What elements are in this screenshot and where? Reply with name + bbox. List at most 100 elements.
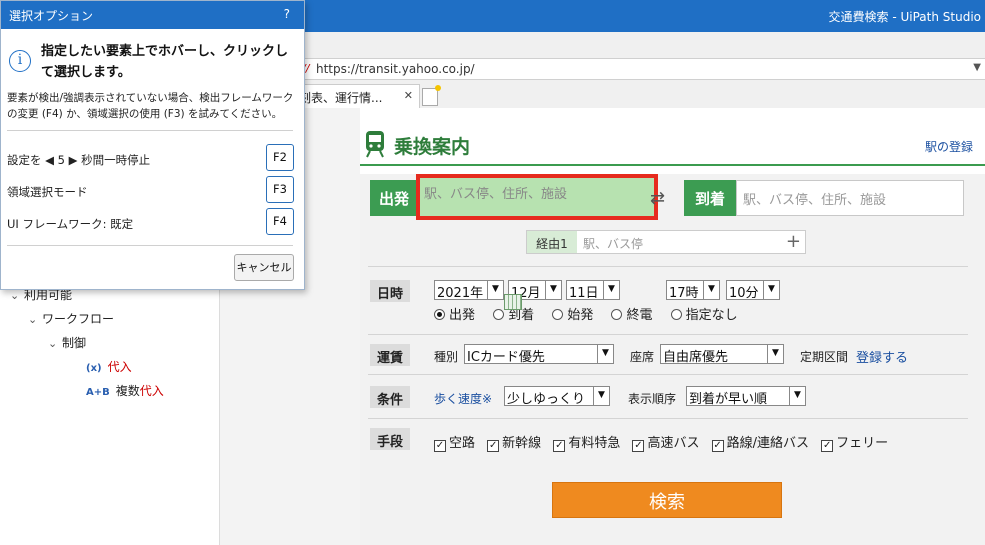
commuter-register-link[interactable]: 登録する [856,347,908,366]
f4-button[interactable]: F4 [266,208,294,235]
checkmark-icon: ✓ [553,440,566,452]
chevron-down-icon: ▼ [545,281,561,299]
transit-search-panel: 乗換案内 駅の登録 出発 駅、バス停、住所、施設 ⇄ 到着 駅、バス停、住所、施… [360,108,985,545]
chevron-down-icon: ▼ [763,281,779,299]
tab-bar: 時刻表、運行情... ✕ [220,80,985,108]
checkmark-icon: ✓ [821,440,834,452]
tree-item-assign[interactable]: (x) 代入 [86,358,132,375]
train-icon [366,131,384,158]
search-form: 出発 駅、バス停、住所、施設 ⇄ 到着 駅、バス停、住所、施設 経由1 駅、バス… [360,174,985,545]
region-select-label: 領域選択モード [7,185,88,199]
browser-window: // https://transit.yahoo.co.jp/ ▼ 時刻表、運行… [220,32,985,545]
divider [368,266,968,267]
walk-speed-select[interactable]: 少しゆっくり ▼ [504,386,610,407]
commuter-label: 定期区間 [800,350,849,364]
station-register-link[interactable]: 駅の登録 [925,138,973,155]
arrive-input[interactable]: 駅、バス停、住所、施設 [736,180,964,216]
year-select[interactable]: 2021年 ▼ [434,280,504,301]
depart-input[interactable]: 駅、バス停、住所、施設 [416,174,658,220]
divider [368,418,968,419]
divider [368,334,968,335]
order-label: 表示順序 [628,392,677,406]
web-page: 乗換案内 駅の登録 出発 駅、バス停、住所、施設 ⇄ 到着 駅、バス停、住所、施… [220,108,985,545]
dialog-description: 要素が検出/強調表示されていない場合、検出フレームワークの変更 (F4) か、領… [7,92,294,120]
check-route-bus[interactable]: ✓ 路線/連絡バス [711,432,809,452]
radio-depart[interactable]: 出発 [434,304,475,323]
checkmark-icon: ✓ [711,440,724,452]
check-shinkansen[interactable]: ✓ 新幹線 [487,432,541,452]
add-via-icon[interactable]: + [786,231,801,252]
fare-kind-select[interactable]: ICカード優先 ▼ [464,344,614,365]
help-icon[interactable]: ? [284,7,290,21]
radio-first-train[interactable]: 始発 [552,304,593,323]
radio-dot [611,309,623,320]
radio-unspecified[interactable]: 指定なし [670,304,738,323]
means-checkboxes: ✓ 空路 ✓ 新幹線 ✓ 有料特急 ✓ 高速バス ✓ 路線/連絡バス ✓ フェリー [434,432,896,452]
radio-dot [670,309,682,320]
cancel-button[interactable]: キャンセル [234,254,294,281]
radio-dot [552,309,564,320]
transit-header: 乗換案内 駅の登録 [360,126,985,166]
hour-select[interactable]: 17時 ▼ [666,280,720,301]
chevron-down-icon: ▼ [593,387,609,405]
check-limited-express[interactable]: ✓ 有料特急 [553,432,620,452]
date-label: 日時 [370,280,410,302]
arrive-label: 到着 [684,180,736,216]
divider [7,130,293,131]
chevron-down-icon: ▼ [597,345,613,363]
chevron-down-icon: ⌄ [28,313,38,326]
selection-options-dialog: 選択オプション ? i 指定したい要素上でホバーし、クリックして選択します。 要… [0,0,305,290]
radio-dot [434,309,445,320]
via-placeholder: 駅、バス停 [583,237,644,251]
order-select[interactable]: 到着が早い順 ▼ [686,386,806,407]
pause-option-label: 設定を ◀ 5 ▶ 秒間一時停止 [7,153,151,167]
new-tab-icon[interactable] [422,85,441,106]
check-air[interactable]: ✓ 空路 [434,432,475,452]
minute-select[interactable]: 10分 ▼ [726,280,780,301]
tree-item-workflow[interactable]: ⌄ ワークフロー [28,310,114,327]
day-select[interactable]: 11日 ▼ [566,280,620,301]
dialog-heading: 指定したい要素上でホバーし、クリックして選択します。 [41,44,289,80]
via-input[interactable]: 経由1 駅、バス停 + [526,230,806,254]
seat-label: 座席 [630,350,655,364]
page-title: 乗換案内 [394,136,471,158]
via-label: 経由1 [527,231,577,253]
window-title: 交通費検索 - UiPath Studio [828,10,981,24]
means-label: 手段 [370,428,410,450]
walk-speed-link[interactable]: 歩く速度※ [434,390,492,407]
close-icon[interactable]: ✕ [404,89,413,102]
f2-button[interactable]: F2 [266,144,294,171]
divider [7,245,293,246]
variable-icon: (x) [86,363,102,374]
radio-last-train[interactable]: 終電 [611,304,652,323]
fare-label: 運賃 [370,344,410,366]
info-icon: i [9,50,31,72]
f3-button[interactable]: F3 [266,176,294,203]
kind-label: 種別 [434,350,459,364]
swap-icon[interactable]: ⇄ [650,188,665,209]
tree-item-multi-assign[interactable]: A+B 複数代入 [86,382,164,399]
dropdown-arrow-icon[interactable]: ▼ [973,62,981,73]
multi-assign-icon: A+B [86,387,110,398]
checkmark-icon: ✓ [434,440,446,452]
chevron-down-icon: ▼ [487,281,503,299]
chevron-down-icon: ▼ [789,387,805,405]
ui-framework-label: UI フレームワーク: 既定 [7,217,134,231]
condition-label: 条件 [370,386,410,408]
seat-select[interactable]: 自由席優先 ▼ [660,344,784,365]
checkmark-icon: ✓ [632,440,645,452]
chevron-down-icon: ▼ [703,281,719,299]
address-bar[interactable]: // https://transit.yahoo.co.jp/ ▼ [220,58,985,80]
checkmark-icon: ✓ [487,440,500,452]
time-type-radios: 出発 到着 始発 終電 指定なし [434,304,752,323]
chevron-down-icon: ▼ [603,281,619,299]
radio-dot [493,309,505,320]
check-highway-bus[interactable]: ✓ 高速バス [632,432,699,452]
search-button[interactable]: 検索 [552,482,782,518]
tree-item-control[interactable]: ⌄ 制御 [48,334,86,351]
dialog-titlebar: 選択オプション ? [1,1,304,29]
calendar-icon[interactable] [504,294,522,310]
url-text: https://transit.yahoo.co.jp/ [316,62,475,76]
check-ferry[interactable]: ✓ フェリー [821,432,888,452]
chevron-down-icon: ▼ [767,345,783,363]
